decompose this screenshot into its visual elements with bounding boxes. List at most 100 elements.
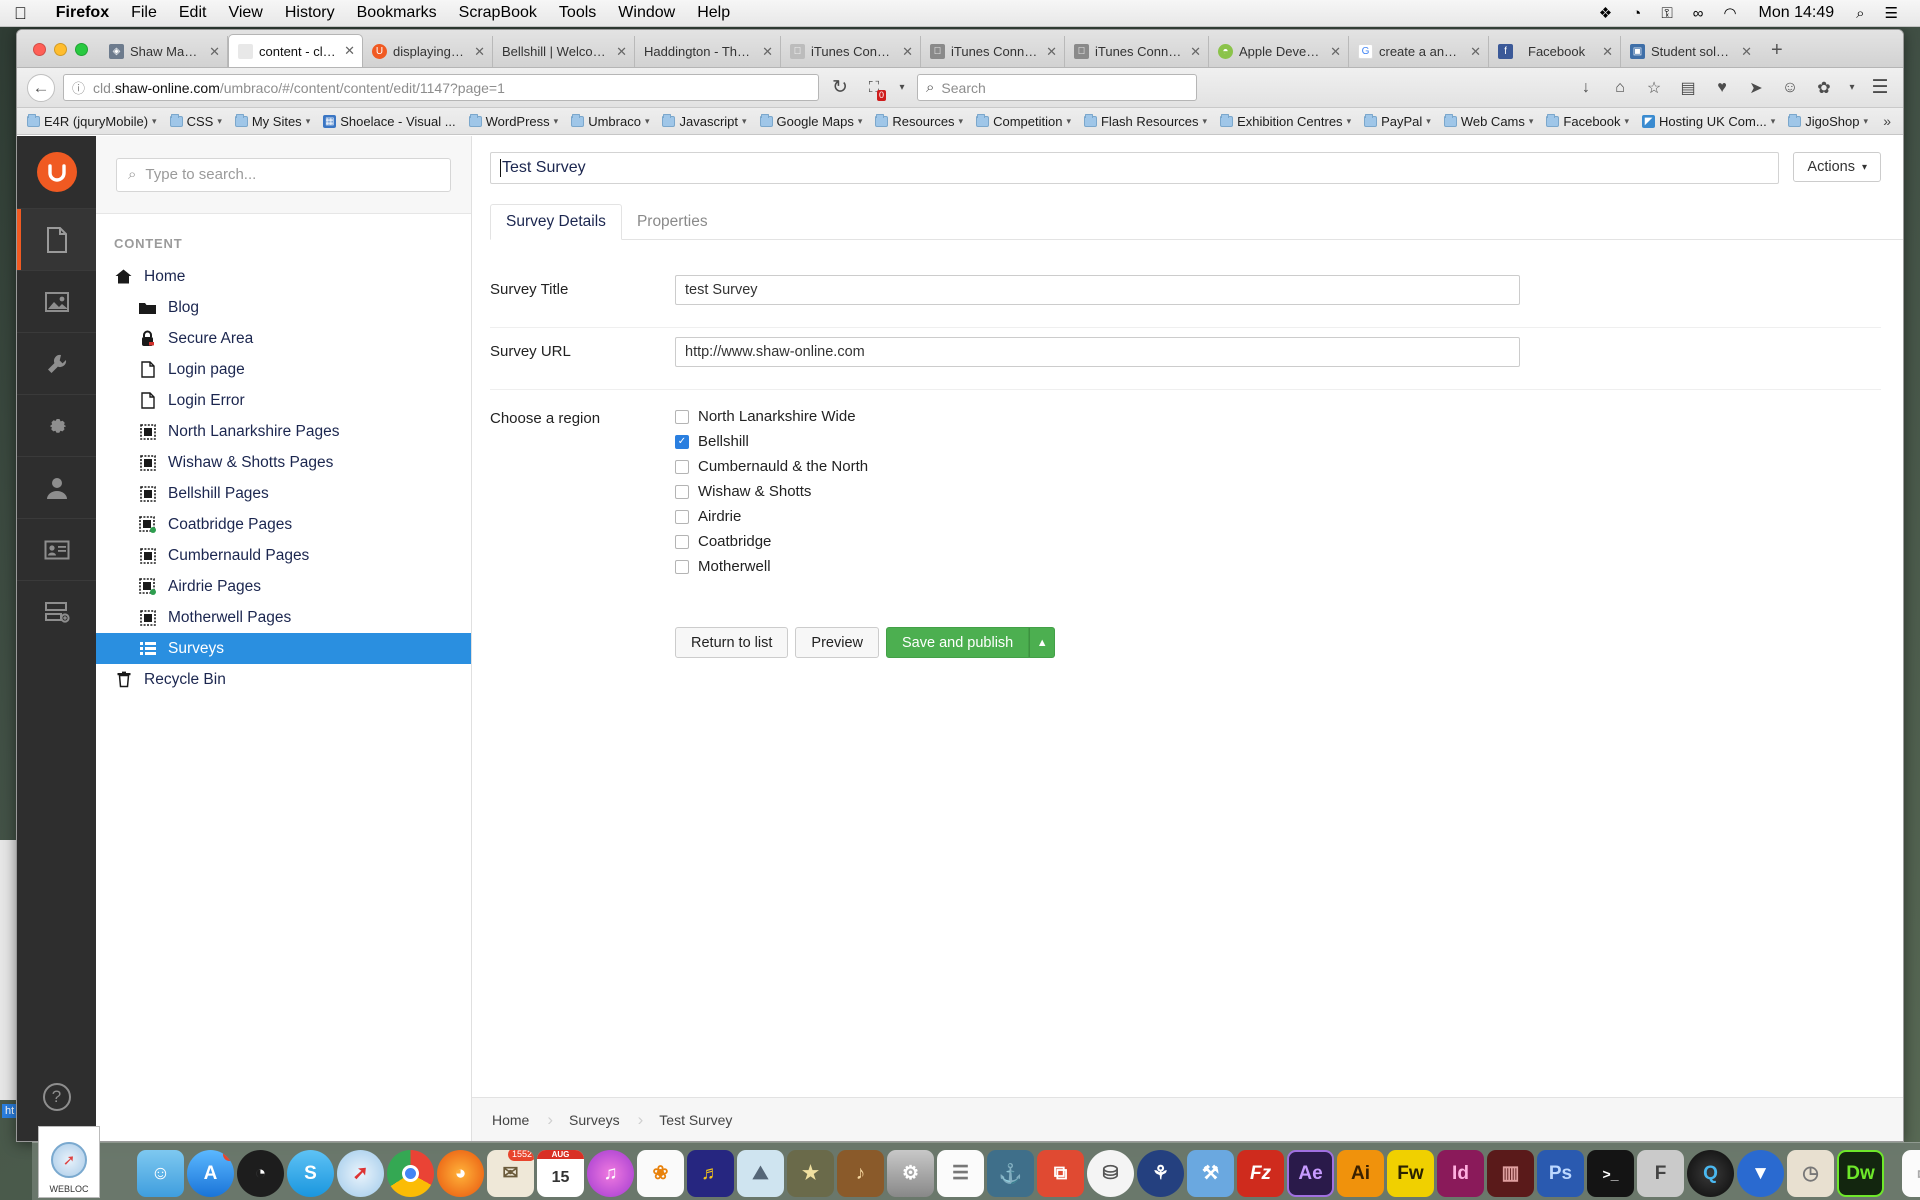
- dock-icon-documents-stack[interactable]: ▭: [1902, 1150, 1920, 1197]
- dock-icon-mamp-pro[interactable]: ⚘: [1137, 1150, 1184, 1197]
- apple-menu-icon[interactable]: : [14, 5, 27, 22]
- minimize-window-button[interactable]: [54, 43, 67, 56]
- creative-cloud-icon[interactable]: ∞: [1683, 5, 1714, 22]
- bookmark-my-sites[interactable]: My Sites ▾: [229, 112, 316, 131]
- bookmark-umbraco[interactable]: Umbraco ▾: [565, 112, 655, 131]
- bookmark-jigoshop[interactable]: JigoShop ▾: [1782, 112, 1874, 131]
- bookmark-javascript[interactable]: Javascript ▾: [656, 112, 752, 131]
- help-button[interactable]: ?: [17, 1083, 96, 1111]
- dock-icon-dreamweaver[interactable]: Dw: [1837, 1150, 1884, 1197]
- tab-close-icon[interactable]: ✕: [342, 43, 355, 59]
- tree-node-recycle-bin[interactable]: Recycle Bin: [96, 664, 471, 695]
- vpn-lock-icon[interactable]: ⚿: [1651, 5, 1682, 22]
- checkbox-motherwell[interactable]: Motherwell: [675, 554, 868, 579]
- publish-options-caret-icon[interactable]: ▲: [1029, 627, 1056, 658]
- dock-icon-sequel-pro[interactable]: ⧉: [1037, 1150, 1084, 1197]
- hamburger-menu-icon[interactable]: ☰: [1867, 75, 1893, 101]
- checkbox-north-lanarkshire-wide[interactable]: North Lanarkshire Wide: [675, 404, 868, 429]
- url-bar[interactable]: ⓘ cld.shaw-online.com/umbraco/#/content/…: [63, 74, 819, 101]
- dock-icon-indesign[interactable]: Id: [1437, 1150, 1484, 1197]
- checkbox-airdrie[interactable]: Airdrie: [675, 504, 868, 529]
- actions-button[interactable]: Actions ▾: [1793, 152, 1881, 182]
- checkbox-wishaw-and-shotts[interactable]: Wishaw & Shotts: [675, 479, 868, 504]
- extension-button[interactable]: ⛶ 0: [861, 75, 887, 101]
- notification-center-icon[interactable]: ☰: [1875, 4, 1908, 22]
- tab-close-icon[interactable]: ✕: [1600, 44, 1613, 60]
- dock-icon-terminal[interactable]: >_: [1587, 1150, 1634, 1197]
- dock-icon-mamp[interactable]: ⛁: [1087, 1150, 1134, 1197]
- dock-icon-preview[interactable]: ⛰: [737, 1150, 784, 1197]
- return-to-list-button[interactable]: Return to list: [675, 627, 789, 658]
- tab-survey-details[interactable]: Survey Details: [490, 204, 622, 240]
- spotlight-search-icon[interactable]: ⌕: [1846, 5, 1874, 22]
- tree-search-input[interactable]: ⌕ Type to search...: [116, 157, 451, 192]
- reader-icon[interactable]: ▤: [1675, 75, 1701, 101]
- umbraco-logo[interactable]: [17, 136, 96, 208]
- wifi-icon[interactable]: ◠: [1713, 4, 1746, 22]
- menu-history[interactable]: History: [274, 4, 346, 22]
- checkbox-bellshill[interactable]: ✓ Bellshill: [675, 429, 868, 454]
- preview-button[interactable]: Preview: [795, 627, 879, 658]
- sidebar-item-forms[interactable]: [17, 580, 96, 642]
- dock-icon-mail[interactable]: ✉ 1552: [487, 1150, 534, 1197]
- close-window-button[interactable]: [33, 43, 46, 56]
- pocket-icon[interactable]: ♥: [1709, 75, 1735, 101]
- menu-tools[interactable]: Tools: [548, 4, 607, 22]
- sidebar-item-content[interactable]: [17, 208, 96, 270]
- webloc-file-icon[interactable]: ➚ WEBLOC: [38, 1126, 100, 1198]
- sidebar-item-developer[interactable]: [17, 394, 96, 456]
- dock-icon-iphoto[interactable]: ★: [787, 1150, 834, 1197]
- dock-icon-illustrator[interactable]: Ai: [1337, 1150, 1384, 1197]
- home-icon[interactable]: ⌂: [1607, 75, 1633, 101]
- dock-icon-xcode[interactable]: ⚒: [1187, 1150, 1234, 1197]
- menu-firefox[interactable]: Firefox: [45, 4, 120, 22]
- node-name-input[interactable]: Test Survey: [490, 152, 1780, 184]
- search-bar[interactable]: ⌕ Search: [917, 74, 1197, 101]
- dock-icon-finder[interactable]: ☺: [137, 1150, 184, 1197]
- bookmark-shoelace[interactable]: ▦ Shoelace - Visual ...: [317, 112, 461, 131]
- dock-icon-audacity[interactable]: ♬: [687, 1150, 734, 1197]
- browser-tab[interactable]: f Facebook ✕: [1489, 36, 1621, 67]
- reload-button[interactable]: ↻: [827, 75, 853, 101]
- tab-close-icon[interactable]: ✕: [207, 44, 220, 60]
- downloads-icon[interactable]: ↓: [1573, 75, 1599, 101]
- tab-close-icon[interactable]: ✕: [1044, 44, 1057, 60]
- tree-node-wishaw-shotts-pages[interactable]: Wishaw & Shotts Pages: [96, 447, 471, 478]
- sidebar-item-users[interactable]: [17, 456, 96, 518]
- new-tab-button[interactable]: +: [1759, 39, 1797, 67]
- dock-icon-app-store[interactable]: A1: [187, 1150, 234, 1197]
- browser-tab[interactable]: ▣ Student solves... ✕: [1621, 36, 1759, 67]
- checkbox-box[interactable]: [675, 484, 689, 499]
- dock-icon-firefox[interactable]: ◕: [437, 1150, 484, 1197]
- browser-tab[interactable]:  iTunes Connect ✕: [781, 36, 921, 67]
- bookmark-hosting-uk[interactable]: ◤ Hosting UK Com... ▾: [1636, 112, 1781, 131]
- menubar-clock[interactable]: Mon 14:49: [1747, 4, 1847, 22]
- tree-node-login-error[interactable]: Login Error: [96, 385, 471, 416]
- menu-help[interactable]: Help: [686, 4, 741, 22]
- tab-close-icon[interactable]: ✕: [1188, 44, 1201, 60]
- sidebar-item-members[interactable]: [17, 518, 96, 580]
- tree-node-coatbridge-pages[interactable]: Coatbridge Pages: [96, 509, 471, 540]
- tree-node-secure-area[interactable]: Secure Area: [96, 323, 471, 354]
- dropbox-icon[interactable]: ❖: [1589, 4, 1622, 22]
- scrapbook-icon[interactable]: ✿: [1811, 75, 1837, 101]
- browser-tab[interactable]: U displaying nod... ✕: [363, 36, 493, 67]
- tree-node-bellshill-pages[interactable]: Bellshill Pages: [96, 478, 471, 509]
- tab-close-icon[interactable]: ✕: [1328, 44, 1341, 60]
- dock-icon-textedit[interactable]: ☰: [937, 1150, 984, 1197]
- time-machine-icon[interactable]: ◔: [1622, 5, 1651, 22]
- bookmark-flash-resources[interactable]: Flash Resources ▾: [1078, 112, 1213, 131]
- extension-caret-icon[interactable]: ▾: [895, 75, 909, 101]
- dock-icon-openoffice[interactable]: ▼: [1737, 1150, 1784, 1197]
- back-button[interactable]: ←: [27, 73, 55, 102]
- dock-icon-after-effects[interactable]: Ae: [1287, 1150, 1334, 1197]
- bookmark-resources[interactable]: Resources ▾: [869, 112, 969, 131]
- bookmark-star-icon[interactable]: ☆: [1641, 75, 1667, 101]
- tree-node-airdrie-pages[interactable]: Airdrie Pages: [96, 571, 471, 602]
- menu-view[interactable]: View: [217, 4, 273, 22]
- sidebar-item-settings[interactable]: [17, 332, 96, 394]
- tree-node-cumbernauld-pages[interactable]: Cumbernauld Pages: [96, 540, 471, 571]
- zoom-window-button[interactable]: [75, 43, 88, 56]
- browser-tab[interactable]: ◓ Apple Develop... ✕: [1209, 36, 1349, 67]
- menu-window[interactable]: Window: [607, 4, 686, 22]
